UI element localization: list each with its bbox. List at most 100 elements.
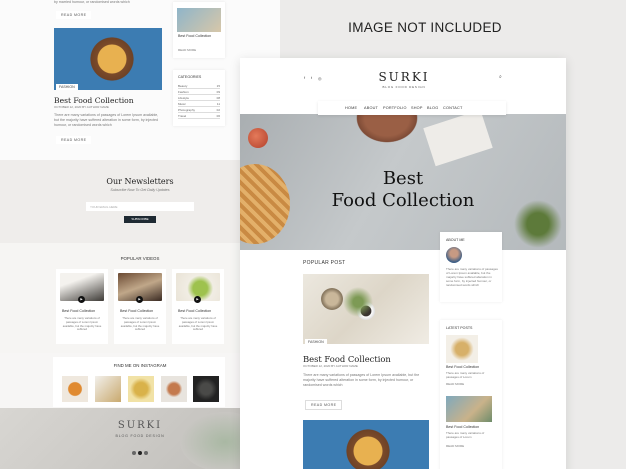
instagram-photo[interactable] — [95, 376, 121, 402]
category-item[interactable]: Travel 06 — [178, 114, 220, 119]
category-name: Travel — [178, 114, 187, 118]
top-read-more-button[interactable]: READ MORE — [56, 11, 92, 19]
play-icon[interactable]: ▶ — [78, 296, 85, 303]
thumb-card: Best Food Collection READ MORE — [173, 2, 225, 58]
instagram-photo[interactable] — [161, 376, 187, 402]
category-name: Photography — [178, 108, 196, 112]
pie-bowl-graphic — [343, 426, 393, 469]
category-item[interactable]: Beauty 15 — [178, 84, 220, 89]
top-byline: by married humour, or randomised words w… — [54, 0, 130, 4]
site-logo[interactable]: SURKI — [368, 70, 440, 84]
popular-post-category-badge[interactable]: FASHION — [305, 339, 327, 345]
category-count: 06 — [216, 114, 220, 118]
category-count: 02 — [216, 108, 220, 112]
category-name: Beauty — [178, 84, 188, 88]
popular-post-read-more-button[interactable]: READ MORE — [305, 400, 343, 410]
latest-post-title[interactable]: Best Food Collection — [446, 425, 479, 430]
read-more-button[interactable]: READ MORE — [56, 136, 92, 144]
latest-post-image[interactable] — [446, 335, 478, 363]
apple-graphic — [248, 128, 268, 148]
category-count: 09 — [216, 90, 220, 94]
nav-contact[interactable]: CONTACT — [443, 106, 462, 110]
greens-graphic — [512, 198, 564, 250]
instagram-icon[interactable] — [144, 451, 148, 455]
category-item[interactable]: Fashion 09 — [178, 90, 220, 95]
latest-posts-title: LATEST POSTS — [446, 326, 473, 330]
video-title[interactable]: Best Food Collection — [120, 309, 153, 314]
nav-blog[interactable]: BLOG — [427, 106, 438, 110]
category-count: 08 — [216, 96, 220, 100]
avatar — [446, 247, 462, 263]
plate-graphic — [352, 114, 422, 146]
hero-title-line1: Best — [382, 168, 424, 189]
facebook-icon[interactable]: f — [304, 76, 305, 80]
instagram-photo[interactable] — [128, 376, 154, 402]
search-icon[interactable]: ⌕ — [499, 74, 502, 80]
category-item[interactable]: Photography 02 — [178, 108, 220, 113]
video-text: There are many variations of passages of… — [120, 316, 160, 332]
category-item[interactable]: Lifestyle 08 — [178, 96, 220, 101]
latest-post-image[interactable] — [446, 396, 492, 422]
video-text: There are many variations of passages of… — [62, 316, 102, 332]
twitter-icon[interactable] — [138, 451, 142, 455]
video-card[interactable]: ▶ Best Food Collection There are many va… — [114, 269, 166, 344]
latest-post-text: There are many variations of passages of… — [446, 431, 485, 439]
site-tagline: BLOG FOOD DESIGN — [382, 85, 426, 89]
thumb-image — [177, 8, 221, 32]
bowl-graphic — [321, 288, 343, 310]
twitter-icon[interactable]: t — [311, 76, 312, 80]
post-title[interactable]: Best Food Collection — [54, 96, 134, 105]
left-page-mockup: by married humour, or randomised words w… — [0, 0, 280, 469]
category-name: Fashion — [178, 90, 189, 94]
footer-logo: SURKI — [117, 420, 163, 431]
subscribe-button[interactable]: SUBSCRIBE — [124, 216, 156, 223]
facebook-icon[interactable] — [132, 451, 136, 455]
video-card[interactable]: ▶ Best Food Collection There are many va… — [172, 269, 224, 344]
instagram-title: FIND ME ON INSTAGRAM — [113, 363, 167, 368]
categories-widget: CATEGORIES Beauty 15 Fashion 09 Lifestyle 0… — [173, 70, 225, 126]
post-meta: OCTOBER 12, 2020 BY AUTHOR NAME — [54, 105, 109, 109]
thumb-title[interactable]: Best Food Collection — [178, 34, 211, 39]
about-text: There are many variations of passages of… — [446, 267, 498, 287]
instagram-photo[interactable] — [62, 376, 88, 402]
instagram-photo[interactable] — [193, 376, 219, 402]
instagram-icon[interactable]: ◎ — [318, 76, 321, 81]
pie-graphic — [240, 164, 290, 244]
second-post-image[interactable] — [303, 420, 429, 469]
nav-home[interactable]: HOME — [345, 106, 357, 110]
nav-shop[interactable]: SHOP — [411, 106, 423, 110]
video-card[interactable]: ▶ Best Food Collection There are many va… — [56, 269, 108, 344]
latest-posts-widget: LATEST POSTS Best Food Collection There … — [440, 320, 502, 469]
latest-post-read-more-button[interactable]: READ MORE — [446, 444, 464, 449]
herb-graphic — [343, 282, 373, 322]
category-item[interactable]: Music 11 — [178, 102, 220, 107]
play-icon[interactable]: ▶ — [194, 296, 201, 303]
post-excerpt: There are many variations of passages of… — [54, 113, 159, 127]
nav-portfolio[interactable]: PORTFOLIO — [383, 106, 407, 110]
newsletter-title: Our Newsletters — [106, 177, 174, 186]
main-nav: HOME ABOUT PORTFOLIO SHOP BLOG CONTACT — [318, 101, 506, 115]
video-title[interactable]: Best Food Collection — [62, 309, 95, 314]
nav-about[interactable]: ABOUT — [364, 106, 378, 110]
thumb-read-more-button[interactable]: READ MORE — [178, 48, 196, 53]
latest-post-title[interactable]: Best Food Collection — [446, 365, 479, 370]
footer-social-icons — [132, 451, 150, 456]
video-title[interactable]: Best Food Collection — [178, 309, 211, 314]
popular-post-title[interactable]: Best Food Collection — [303, 354, 391, 364]
hero-title-line2: Food Collection — [331, 190, 475, 211]
newsletter-subtitle: Subscribe Now To Get Daily Updates — [110, 188, 170, 192]
category-count: 15 — [216, 84, 220, 88]
popular-post-image[interactable] — [303, 274, 429, 344]
latest-post-read-more-button[interactable]: READ MORE — [446, 382, 464, 387]
newsletter-email-input[interactable]: YOUR EMAIL HERE — [86, 202, 194, 211]
footer-tagline: BLOG FOOD DESIGN — [115, 434, 165, 438]
right-page-mockup: f t ◎ SURKI BLOG FOOD DESIGN ⌕ HOME ABOU… — [240, 58, 566, 469]
image-not-included-notice: IMAGE NOT INCLUDED — [348, 20, 502, 35]
post-category-badge[interactable]: FASHION — [56, 84, 78, 90]
latest-post-text: There are many variations of passages of… — [446, 371, 485, 379]
video-text: There are many variations of passages of… — [178, 316, 218, 332]
about-title: ABOUT ME — [446, 238, 465, 242]
category-count: 11 — [216, 102, 220, 106]
play-icon[interactable]: ▶ — [136, 296, 143, 303]
category-name: Music — [178, 102, 186, 106]
